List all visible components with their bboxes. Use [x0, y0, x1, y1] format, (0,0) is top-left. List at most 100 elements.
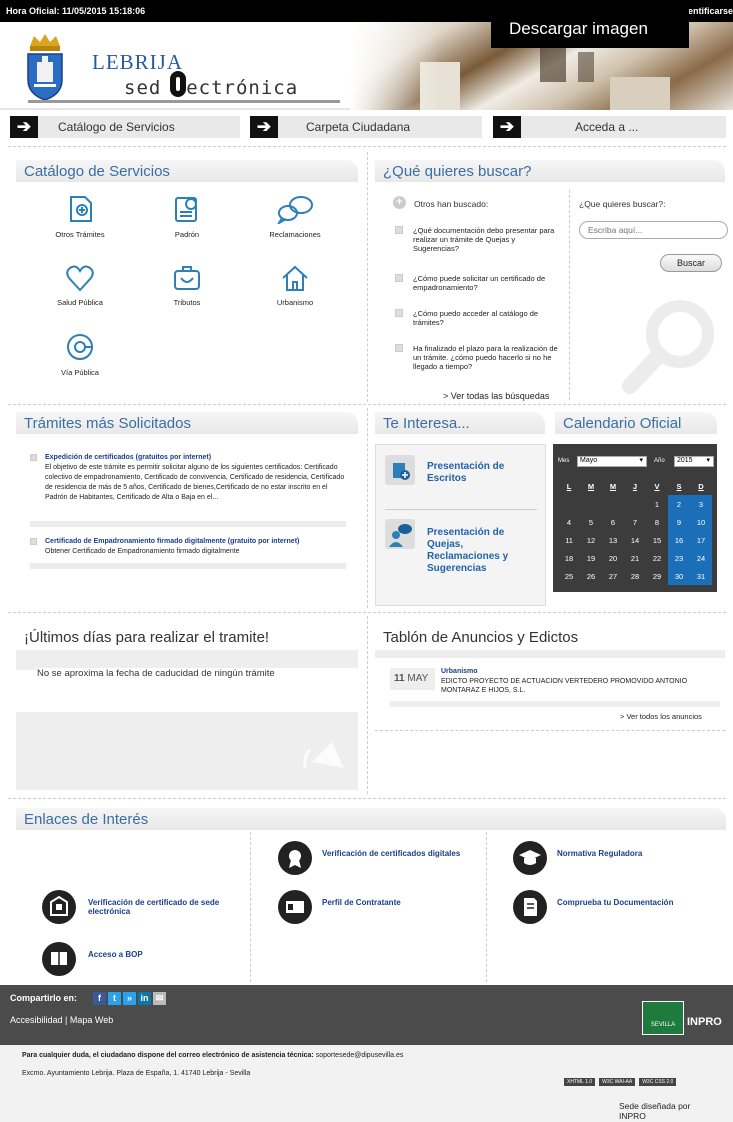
arrow-right-icon: ➔	[10, 116, 38, 138]
share-icon[interactable]: »	[123, 992, 136, 1005]
service-padron[interactable]: Padrón	[132, 194, 242, 239]
calendar-day[interactable]: 30	[668, 567, 690, 585]
ver-todos-anuncios-link[interactable]: > Ver todos los anuncios	[620, 712, 702, 721]
ver-todas-busquedas-link[interactable]: > Ver todas las búsquedas	[443, 391, 549, 401]
css-badge[interactable]: W3C CSS 2.0	[639, 1078, 677, 1086]
search-button[interactable]: Buscar	[660, 254, 722, 272]
enlace-acceso-bop[interactable]: Acceso a BOP	[42, 942, 242, 976]
calendar-day[interactable]: 19	[580, 549, 602, 567]
calendar-day[interactable]: 24	[690, 549, 712, 567]
service-tributos[interactable]: Tributos	[132, 264, 242, 307]
service-via-publica[interactable]: Vía Pública	[25, 332, 135, 377]
support-email-link[interactable]: soportesede@dipusevilla.es	[316, 1052, 404, 1059]
ultimos-title: ¡Últimos días para realizar el tramite!	[24, 629, 270, 646]
nav-label: Carpeta Ciudadana	[306, 120, 411, 134]
presentacion-quejas-link[interactable]: Presentación de Quejas, Reclamaciones y …	[427, 527, 537, 575]
award-icon	[278, 841, 312, 875]
calendar-day[interactable]: 23	[668, 549, 690, 567]
question-link[interactable]: ¿Cómo puedo acceder al catálogo de trámi…	[395, 309, 560, 327]
calendar-day[interactable]: 15	[646, 531, 668, 549]
calendar-day[interactable]: 16	[668, 531, 690, 549]
accesibilidad-mapa-links[interactable]: Accesibilidad | Mapa Web	[10, 1015, 113, 1025]
social-links: f t» in ✉	[93, 992, 168, 1005]
calendar-day[interactable]: 5	[580, 513, 602, 531]
plus-circle-icon: +	[393, 196, 406, 209]
service-salud-publica[interactable]: Salud Pública	[25, 264, 135, 307]
linkedin-icon[interactable]: in	[138, 992, 151, 1005]
question-link[interactable]: ¿Qué documentación debo presentar para r…	[395, 226, 560, 253]
calendar-day[interactable]: 4	[558, 513, 580, 531]
nav-carpeta[interactable]: ➔ Carpeta Ciudadana	[250, 116, 482, 138]
enlace-comprueba-documentacion[interactable]: Comprueba tu Documentación	[513, 890, 713, 924]
calendar-day[interactable]: 10	[690, 513, 712, 531]
dropdown-arrow-icon: ▾	[706, 457, 710, 464]
question-link[interactable]: ¿Cómo puede solicitar un certificado de …	[395, 274, 560, 292]
speech-bubble-icon	[277, 196, 313, 224]
enlaces-title: Enlaces de Interés	[16, 808, 726, 830]
calendar-day[interactable]: 8	[646, 513, 668, 531]
service-reclamaciones[interactable]: Reclamaciones	[240, 194, 350, 239]
house-icon	[282, 265, 308, 291]
twitter-icon[interactable]: t	[108, 992, 121, 1005]
email-icon[interactable]: ✉	[153, 992, 166, 1005]
tramite-link[interactable]: Expedición de certificados (gratuitos po…	[45, 454, 211, 461]
search-label: ¿Que quieres buscar?:	[579, 199, 666, 209]
calendar-day[interactable]: 31	[690, 567, 712, 585]
enlace-normativa[interactable]: Normativa Reguladora	[513, 841, 713, 875]
enlace-verificacion-certificados[interactable]: Verificación de certificados digitales	[278, 841, 478, 875]
identify-link[interactable]: entificarse	[688, 6, 733, 16]
calendar-day[interactable]: 17	[690, 531, 712, 549]
calendar-blank	[558, 495, 580, 513]
xhtml-badge[interactable]: XHTML 1.0	[564, 1078, 596, 1086]
calendar-day[interactable]: 14	[624, 531, 646, 549]
calendar-day[interactable]: 21	[624, 549, 646, 567]
road-icon	[67, 334, 93, 360]
calendar-day[interactable]: 12	[580, 531, 602, 549]
calendar-day[interactable]: 18	[558, 549, 580, 567]
calendar-day[interactable]: 25	[558, 567, 580, 585]
facebook-icon[interactable]: f	[93, 992, 106, 1005]
diputacion-logo[interactable]: SEVILLA	[642, 1001, 684, 1035]
calendar-day[interactable]: 11	[558, 531, 580, 549]
presentacion-escritos-link[interactable]: Presentación de Escritos	[427, 461, 527, 485]
calendar-day[interactable]: 20	[602, 549, 624, 567]
calendar-day[interactable]: 22	[646, 549, 668, 567]
calendar-day[interactable]: 7	[624, 513, 646, 531]
calendar-day[interactable]: 26	[580, 567, 602, 585]
calendar-day[interactable]: 6	[602, 513, 624, 531]
month-select[interactable]: Mayo ▾	[577, 456, 647, 467]
enlace-verificacion-sede[interactable]: Verificación de certificado de sede elec…	[42, 890, 242, 924]
download-image-button[interactable]: Descargar imagen	[491, 10, 689, 48]
calendar-day[interactable]: 1	[646, 495, 668, 513]
calendar-day[interactable]: 3	[690, 495, 712, 513]
catalogo-title: Catálogo de Servicios	[16, 160, 358, 182]
service-urbanismo[interactable]: Urbanismo	[240, 264, 350, 307]
calendar-day[interactable]: 27	[602, 567, 624, 585]
heart-icon	[66, 265, 94, 292]
tramite-desc: Obtener Certificado de Empadronamiento f…	[45, 548, 240, 555]
calendar-day[interactable]: 29	[646, 567, 668, 585]
search-input[interactable]	[579, 221, 728, 239]
tramite-item[interactable]: Certificado de Empadronamiento firmado d…	[30, 537, 348, 557]
enlace-perfil-contratante[interactable]: Perfil de Contratante	[278, 890, 478, 924]
calendar-day[interactable]: 28	[624, 567, 646, 585]
service-otros-tramites[interactable]: Otros Trámites	[25, 194, 135, 239]
question-link[interactable]: Ha finalizado el plazo para la realizaci…	[395, 344, 560, 371]
nav-acceda[interactable]: ➔ Acceda a ...	[493, 116, 726, 138]
anuncio-category-link[interactable]: Urbanismo	[441, 668, 478, 675]
calendar-day[interactable]: 9	[668, 513, 690, 531]
year-select[interactable]: 2015 ▾	[674, 456, 714, 467]
nav-catalogo[interactable]: ➔ Catálogo de Servicios	[10, 116, 240, 138]
address-text: Excmo. Ayuntamiento Lebrija. Plaza de Es…	[22, 1070, 251, 1077]
calendar-day[interactable]: 13	[602, 531, 624, 549]
tramite-link[interactable]: Certificado de Empadronamiento firmado d…	[45, 538, 299, 545]
document-plus-icon	[385, 455, 415, 485]
weekday-header: J	[632, 481, 638, 491]
inpro-logo[interactable]: INPRO	[687, 1016, 722, 1028]
tramite-item[interactable]: Expedición de certificados (gratuitos po…	[30, 453, 348, 503]
arrow-right-icon: ➔	[250, 116, 278, 138]
city-crest-icon	[22, 32, 68, 102]
calendar-day[interactable]: 2	[668, 495, 690, 513]
briefcase-icon	[174, 266, 200, 290]
wai-badge[interactable]: W3C WAI-AA	[599, 1078, 636, 1086]
